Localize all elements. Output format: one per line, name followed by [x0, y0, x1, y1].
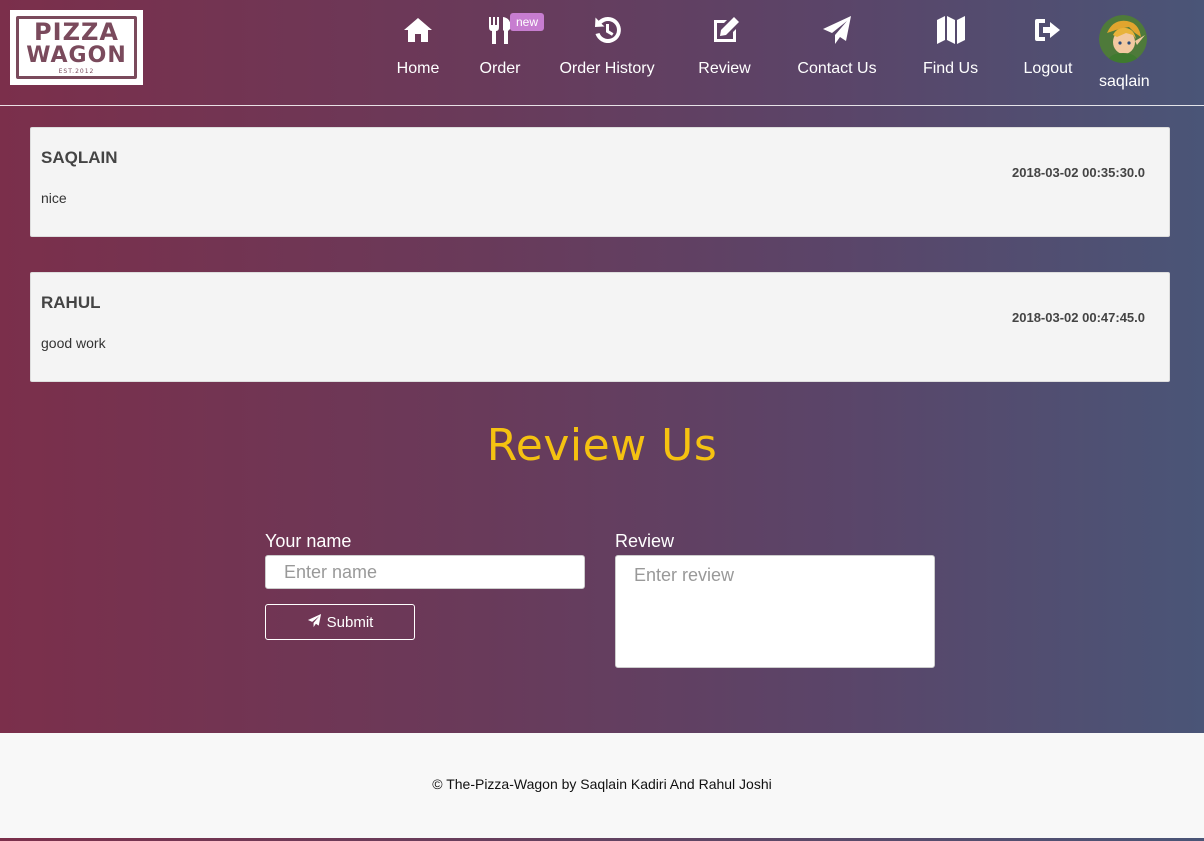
paper-plane-icon [821, 14, 853, 51]
nav-find-us-label: Find Us [922, 60, 979, 77]
submit-button[interactable]: Submit [265, 604, 415, 640]
nav-order-history-label: Order History [559, 60, 655, 77]
paper-plane-icon [307, 613, 322, 632]
logo-text-top: PIZZA [34, 18, 119, 46]
new-badge: new [510, 13, 545, 31]
nav-order-history[interactable]: Order History [559, 14, 655, 78]
nav-logout-label: Logout [1023, 60, 1073, 77]
review-card: SAQLAIN 2018-03-02 00:35:30.0 nice [30, 127, 1170, 237]
review-author: RAHUL [41, 293, 101, 312]
nav-review[interactable]: Review [697, 14, 752, 78]
nav-contact-us[interactable]: Contact Us [797, 14, 877, 78]
nav-find-us[interactable]: Find Us [922, 14, 979, 78]
logo-text-bottom: WAGON [26, 43, 127, 68]
nav-home-label: Home [396, 60, 440, 77]
review-text: nice [41, 190, 67, 206]
nav-contact-us-label: Contact Us [797, 60, 877, 77]
brand-logo[interactable]: PIZZA WAGON EST.2012 [10, 10, 143, 85]
name-input[interactable] [265, 555, 585, 589]
user-avatar[interactable] [1099, 15, 1147, 63]
logo-frame: PIZZA WAGON EST.2012 [16, 16, 137, 79]
review-date: 2018-03-02 00:35:30.0 [1012, 165, 1145, 180]
logo-est: EST.2012 [58, 68, 95, 75]
submit-button-label: Submit [326, 613, 374, 631]
edit-icon [709, 14, 741, 51]
nav-order-label: Order [479, 60, 521, 77]
page-background: PIZZA WAGON EST.2012 Home Order new Orde… [0, 0, 1204, 733]
review-us-heading: Review Us [486, 420, 718, 471]
history-icon [591, 14, 623, 51]
review-date: 2018-03-02 00:47:45.0 [1012, 310, 1145, 325]
footer: © The-Pizza-Wagon by Saqlain Kadiri And … [0, 733, 1204, 838]
review-textarea[interactable] [615, 555, 935, 668]
review-author: SAQLAIN [41, 148, 118, 167]
map-icon [935, 14, 967, 51]
top-navbar: PIZZA WAGON EST.2012 Home Order new Orde… [0, 0, 1204, 106]
nav-review-label: Review [698, 60, 751, 77]
name-label: Your name [265, 531, 352, 551]
logout-icon [1032, 14, 1064, 51]
home-icon [402, 14, 434, 51]
review-label: Review [615, 531, 675, 551]
review-card: RAHUL 2018-03-02 00:47:45.0 good work [30, 272, 1170, 382]
nav-home[interactable]: Home [396, 14, 440, 78]
username-label: saqlain [1099, 73, 1150, 90]
nav-logout[interactable]: Logout [1022, 14, 1074, 78]
footer-copyright: © The-Pizza-Wagon by Saqlain Kadiri And … [432, 776, 772, 792]
review-text: good work [41, 335, 106, 351]
